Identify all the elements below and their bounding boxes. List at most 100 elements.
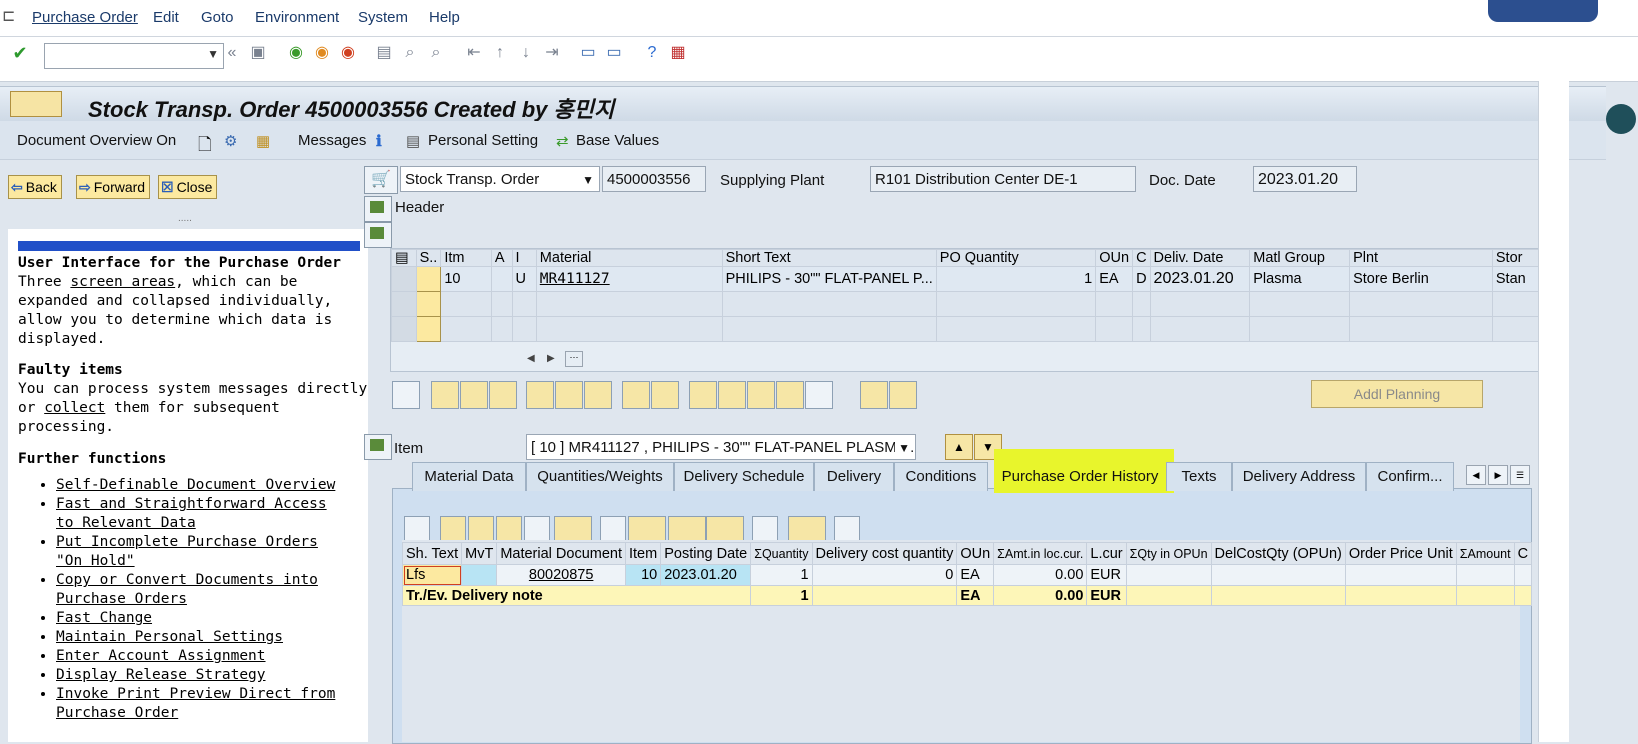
col-lcur[interactable]: L.cur <box>1086 542 1127 565</box>
tab-texts[interactable]: Texts <box>1166 462 1232 491</box>
cell-quantity[interactable]: 1 <box>750 564 813 586</box>
menu-system[interactable]: System <box>358 9 408 26</box>
subtotal-icon[interactable] <box>776 381 804 409</box>
menu-purchase-order[interactable]: Purchase Order <box>32 9 138 26</box>
unlock-icon[interactable] <box>584 381 612 409</box>
table-row[interactable] <box>391 316 1539 342</box>
default-values-icon[interactable] <box>860 381 888 409</box>
sort-asc-icon[interactable] <box>440 516 466 542</box>
base-values-button[interactable]: Base Values <box>576 132 659 149</box>
col-quantity[interactable]: ΣQuantity <box>750 542 813 565</box>
messages-button[interactable]: Messages <box>298 132 366 149</box>
save-icon[interactable]: ▣ <box>248 43 268 63</box>
add-item-icon[interactable] <box>431 381 459 409</box>
prev-item-button[interactable]: ▲ <box>945 434 973 460</box>
tab-delivery-address[interactable]: Delivery Address <box>1232 462 1366 491</box>
find-icon[interactable]: ⌕ <box>400 43 420 63</box>
col-mvt[interactable]: MvT <box>461 542 498 565</box>
personal-setting-icon[interactable]: ▤ <box>406 132 420 150</box>
cell-oun[interactable]: EA <box>1095 266 1134 292</box>
cell-item[interactable]: 10 <box>624 564 662 586</box>
collapse-items-button[interactable] <box>364 222 392 248</box>
help-link[interactable]: Invoke Print Preview Direct from Purchas… <box>56 685 348 723</box>
col-matl-group[interactable]: Matl Group <box>1249 249 1351 267</box>
cell-a[interactable] <box>490 266 513 292</box>
shortcut-icon[interactable]: ▭ <box>604 43 624 63</box>
help-link-collect[interactable]: collect <box>44 400 105 416</box>
col-order-price-unit[interactable]: Order Price Unit <box>1344 542 1457 565</box>
layout-icon[interactable]: ▦ <box>668 43 688 63</box>
expand-header-button[interactable] <box>364 196 392 222</box>
sort-desc-icon[interactable] <box>718 381 746 409</box>
print-icon[interactable] <box>600 516 626 542</box>
help-link[interactable]: Display Release Strategy <box>56 666 348 685</box>
col-oun[interactable]: OUn <box>956 542 995 565</box>
cell-oun[interactable]: EA <box>956 564 995 586</box>
help-icon[interactable]: ? <box>642 43 662 63</box>
addl-planning-button[interactable]: Addl Planning <box>1311 380 1483 408</box>
cell-posting-date[interactable]: 2023.01.20 <box>660 564 752 586</box>
back-icon[interactable]: ◉ <box>286 43 306 63</box>
cell-material[interactable]: MR411127 <box>535 266 723 292</box>
window-controls[interactable] <box>1488 0 1598 22</box>
col-i[interactable]: I <box>511 249 537 267</box>
scroll-left-icon[interactable]: ◀ <box>527 353 535 364</box>
tab-delivery-schedule[interactable]: Delivery Schedule <box>674 462 814 491</box>
personal-setting-button[interactable]: Personal Setting <box>428 132 538 149</box>
splitter-handle[interactable]: ..... <box>178 213 192 224</box>
doc-type-select[interactable]: Stock Transp. Order ▼ <box>400 166 600 192</box>
find-icon[interactable] <box>496 516 522 542</box>
services-for-object-icon[interactable] <box>10 91 62 117</box>
help-link-screen-areas[interactable]: screen areas <box>70 274 175 290</box>
help-link[interactable]: Self-Definable Document Overview <box>56 476 348 495</box>
enter-icon[interactable]: ✔ <box>10 43 30 63</box>
table-row[interactable] <box>391 291 1539 317</box>
supplying-plant-field[interactable]: R101 Distribution Center DE-1 <box>870 166 1136 192</box>
back-button[interactable]: ⇦ Back <box>8 175 62 199</box>
insert-item-icon[interactable] <box>489 381 517 409</box>
menu-help[interactable]: Help <box>429 9 460 26</box>
filter-icon[interactable] <box>747 381 775 409</box>
export-icon[interactable] <box>668 516 706 542</box>
col-stor[interactable]: Stor <box>1491 249 1539 267</box>
doc-date-field[interactable]: 2023.01.20 <box>1253 166 1357 192</box>
collapse-icon[interactable]: « <box>222 43 242 63</box>
document-overview-button[interactable]: Document Overview On <box>17 132 176 149</box>
cell-c[interactable]: D <box>1132 266 1151 292</box>
sort-asc-icon[interactable] <box>689 381 717 409</box>
help-link[interactable]: Maintain Personal Settings <box>56 628 348 647</box>
material-link[interactable]: MR411127 <box>540 271 610 287</box>
details-icon[interactable] <box>404 516 430 542</box>
info-icon[interactable] <box>752 516 778 542</box>
col-a[interactable]: A <box>490 249 513 267</box>
print-icon[interactable]: ▤ <box>374 43 394 63</box>
help-link[interactable]: Put Incomplete Purchase Orders "On Hold" <box>56 533 348 571</box>
table-row[interactable]: 10 U MR411127 PHILIPS - 30"" FLAT-PANEL … <box>391 266 1539 292</box>
find-next-icon[interactable] <box>524 516 550 542</box>
tab-material-data[interactable]: Material Data <box>412 462 526 491</box>
col-oun[interactable]: OUn <box>1095 249 1134 267</box>
cell-itm[interactable]: 10 <box>440 266 492 292</box>
filter-icon[interactable] <box>554 516 592 542</box>
cart-icon[interactable]: 🛒 <box>364 166 398 194</box>
row-selector[interactable] <box>391 316 417 342</box>
doc-number-field[interactable]: 4500003556 <box>602 166 706 192</box>
menu-edit[interactable]: Edit <box>153 9 179 26</box>
last-page-icon[interactable]: ⇥ <box>542 43 562 63</box>
help-link[interactable]: Enter Account Assignment <box>56 647 348 666</box>
col-plnt[interactable]: Plnt <box>1349 249 1493 267</box>
menu-environment[interactable]: Environment <box>255 9 339 26</box>
find-next-icon[interactable]: ⌕ <box>426 43 446 63</box>
help-link[interactable]: Fast Change <box>56 609 348 628</box>
col-delivery-cost-quantity[interactable]: Delivery cost quantity <box>811 542 958 565</box>
col-c[interactable]: C <box>1132 249 1151 267</box>
col-s[interactable]: S.. <box>415 249 442 267</box>
help-link[interactable]: Copy or Convert Documents into Purchase … <box>56 571 348 609</box>
table-icon[interactable] <box>651 381 679 409</box>
menu-goto[interactable]: Goto <box>201 9 234 26</box>
col-amount[interactable]: ΣAmount <box>1455 542 1515 565</box>
cell-sh-text[interactable]: Lfs <box>401 564 463 586</box>
info-icon[interactable]: ℹ <box>376 132 382 150</box>
col-po-quantity[interactable]: PO Quantity <box>935 249 1097 267</box>
cancel-icon[interactable]: ◉ <box>338 43 358 63</box>
